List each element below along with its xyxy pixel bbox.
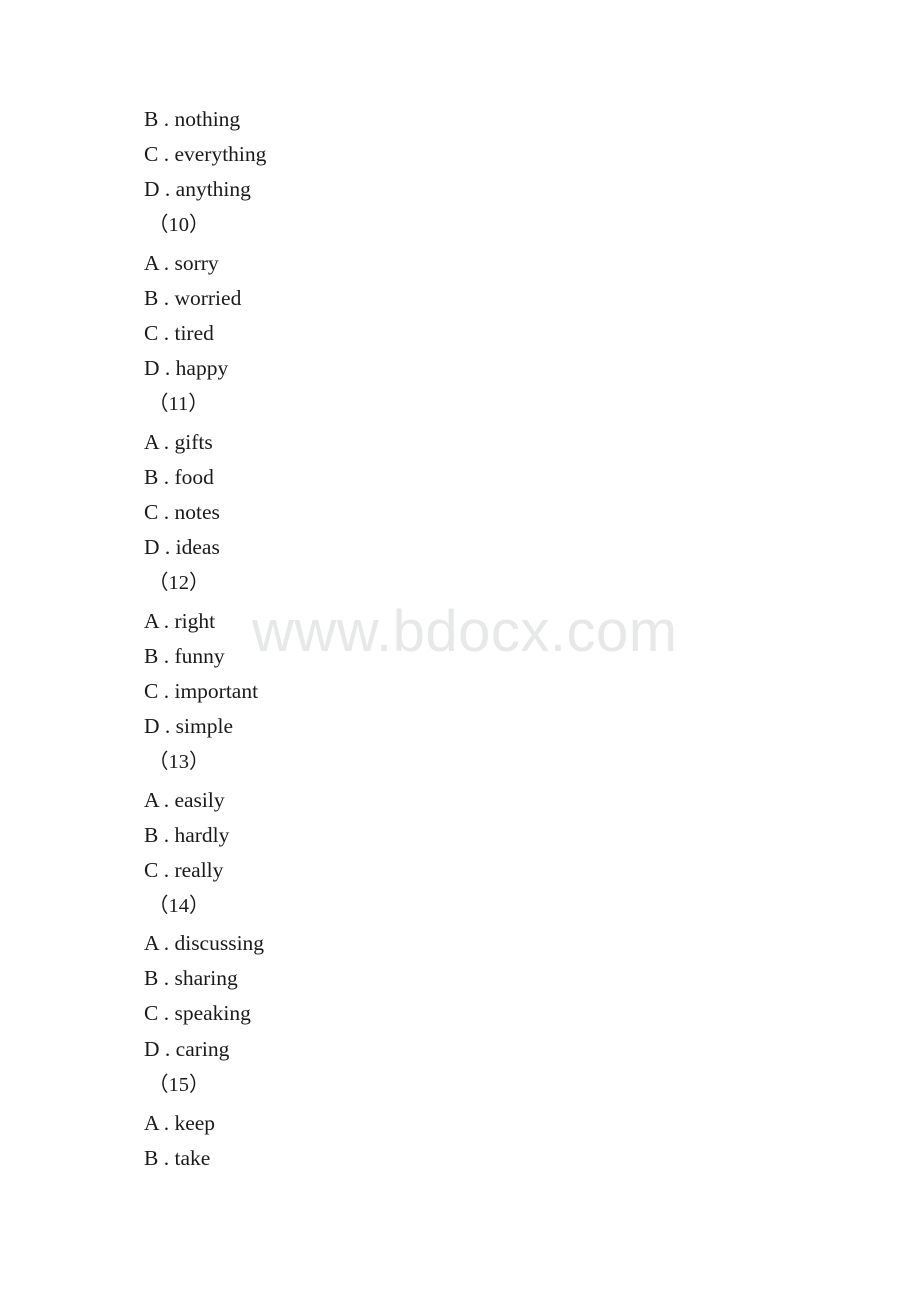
- question-number: （13）: [148, 751, 210, 773]
- question-number: （10）: [148, 214, 210, 236]
- answer-option: D . anything: [144, 177, 251, 201]
- answer-option: B . funny: [144, 644, 225, 668]
- answer-option: C . important: [144, 679, 259, 703]
- question-number: （12）: [148, 572, 210, 594]
- answer-option: A . sorry: [144, 251, 219, 275]
- answer-option: A . keep: [144, 1111, 216, 1135]
- answer-option: B . worried: [144, 286, 242, 310]
- answer-option: B . nothing: [144, 107, 241, 131]
- answer-option: B . food: [144, 465, 214, 489]
- answer-option: C . really: [144, 858, 224, 882]
- answer-option: D . ideas: [144, 535, 220, 559]
- document-page: www.bdocx.com B . nothing C . everything D…: [0, 0, 920, 1302]
- answer-option: B . sharing: [144, 966, 238, 990]
- answer-option: B . hardly: [144, 823, 230, 847]
- answer-option: A . easily: [144, 788, 225, 812]
- answer-option: C . notes: [144, 500, 220, 524]
- answer-option: A . right: [144, 609, 216, 633]
- answer-option: C . everything: [144, 142, 267, 166]
- answer-option: D . happy: [144, 356, 229, 380]
- question-number: （15）: [148, 1074, 210, 1096]
- question-number: （11）: [148, 393, 209, 415]
- answer-option: C . speaking: [144, 1001, 251, 1025]
- answer-option: A . gifts: [144, 430, 213, 454]
- answer-option: C . tired: [144, 321, 214, 345]
- question-number: （14）: [148, 895, 210, 917]
- answer-option: A . discussing: [144, 931, 265, 955]
- answer-option: D . caring: [144, 1037, 230, 1061]
- answer-option: B . take: [144, 1146, 211, 1170]
- site-watermark: www.bdocx.com: [252, 599, 678, 664]
- answer-option: D . simple: [144, 714, 233, 738]
